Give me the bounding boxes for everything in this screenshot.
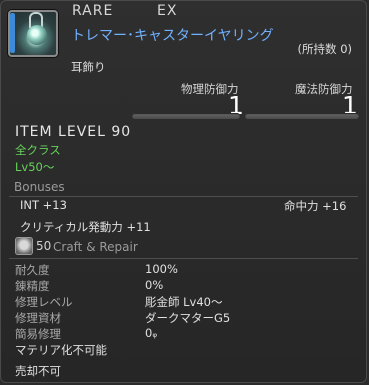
bonuses-title: Bonuses xyxy=(14,180,65,194)
owned-count: (所持数 0) xyxy=(297,42,352,56)
repair-icon xyxy=(15,237,33,255)
durability-label: 耐久度 xyxy=(15,263,50,277)
physical-defense-bar xyxy=(132,113,240,119)
level-requirement: Lv50～ xyxy=(15,160,55,174)
item-level: ITEM LEVEL 90 xyxy=(15,124,132,140)
repair-material-value: ダークマターG5 xyxy=(145,311,231,325)
earring-gem-icon xyxy=(27,25,47,45)
bonuses-divider xyxy=(9,196,358,197)
craft-title: Craft & Repair xyxy=(53,240,138,254)
repair-level-label: 修理レベル xyxy=(15,295,73,309)
craft-number: 50 xyxy=(36,239,52,253)
materia-status: マテリア化不可能 xyxy=(15,343,107,357)
bonus-crit: クリティカル発動力 +11 xyxy=(20,220,151,234)
craft-divider xyxy=(9,258,358,259)
icon-accent xyxy=(10,13,15,53)
class-requirement: 全クラス xyxy=(15,143,61,157)
bonus-int: INT +13 xyxy=(20,198,67,212)
untradable-status: 売却不可 xyxy=(15,364,61,378)
bonus-accuracy: 命中力 +16 xyxy=(284,199,347,213)
spiritbond-label: 錬精度 xyxy=(15,279,50,293)
rarity-tag: RARE xyxy=(72,3,114,19)
item-category: 耳飾り xyxy=(71,60,106,74)
magic-defense-bar xyxy=(245,113,359,119)
durability-value: 100% xyxy=(145,262,178,276)
repair-material-label: 修理資材 xyxy=(15,311,61,325)
item-tooltip: RARE EX トレマー･キャスターイヤリング (所持数 0) 耳飾り 物理防御… xyxy=(0,0,367,383)
item-name: トレマー･キャスターイヤリング xyxy=(71,28,274,44)
spiritbond-value: 0% xyxy=(145,278,164,292)
repair-level-value: 彫金師 Lv40～ xyxy=(145,295,223,309)
quick-repair-value: 0ᵩ xyxy=(145,326,158,340)
ex-tag: EX xyxy=(157,3,178,19)
quick-repair-label: 簡易修理 xyxy=(15,327,61,341)
